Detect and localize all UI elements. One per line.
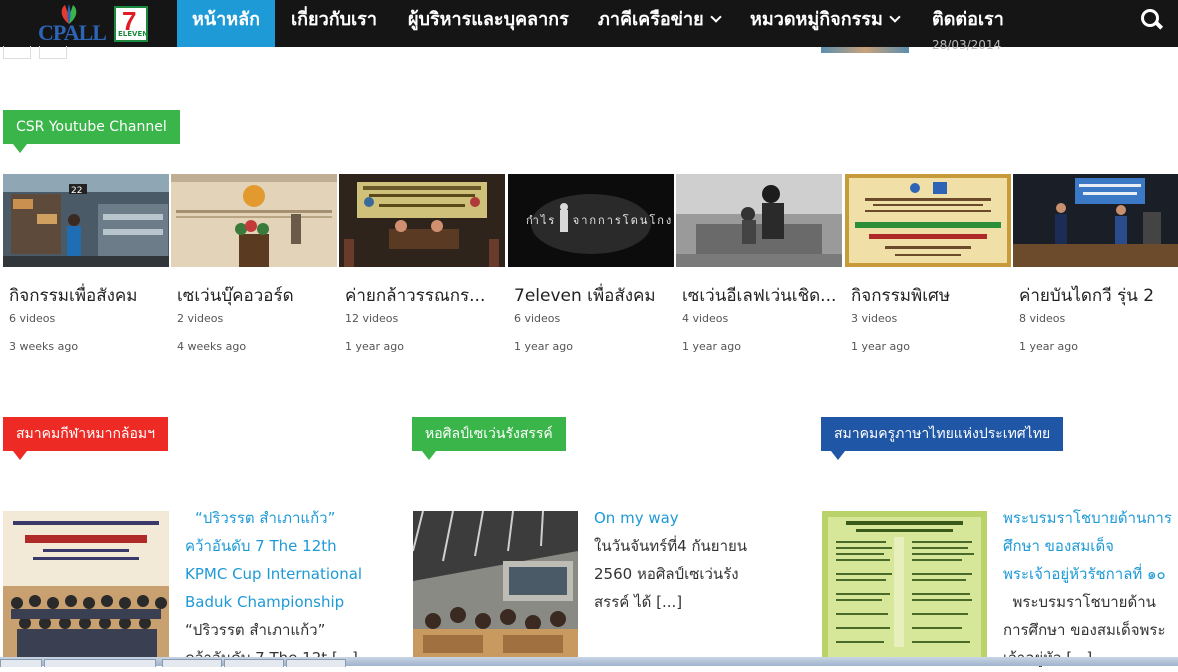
section-label-gallery[interactable]: หอศิลป์เซเว่นรังสรรค์ [412,417,566,460]
playlist-item[interactable]: กำไร จากการโดนโกง 7eleven เพื่อสังคม 6 v… [508,174,674,353]
playlist-time: 1 year ago [1019,340,1078,353]
excerpt-line: 2560 หอศิลป์เซเว่นรัง [594,565,739,583]
playlist-title[interactable]: เซเว่นบุ๊คอวอร์ด [177,282,337,309]
section-label-text: สมาคมครูภาษาไทยแห่งประเทศไทย [834,426,1051,442]
section-label-text: หอศิลป์เซเว่นรังสรรค์ [425,426,553,442]
article-title-line[interactable]: ศึกษา ของสมเด็จ [1003,532,1178,560]
nav-network-label: ภาคีเครือข่าย [598,9,704,30]
excerpt-line: “ปริวรรต สำเภาแก้ว” [185,621,326,639]
article-title-line[interactable]: “ปริวรรต สำเภาแก้ว” [185,504,405,532]
section-label-youtube: CSR Youtube Channel [3,110,180,153]
playlist-item[interactable]: 22 กิจกรรมเพื่อสังคม 6 videos 3 weeks ag… [3,174,169,353]
section-label-text: CSR Youtube Channel [16,119,167,135]
pager-prev-button[interactable] [3,46,31,59]
article-title[interactable]: On my way [594,504,794,532]
article-title-line[interactable]: On my way [594,504,794,532]
search-icon[interactable] [1140,8,1164,32]
playlist-count: 3 videos [851,312,898,325]
playlist-count: 6 videos [514,312,561,325]
article-title[interactable]: “ปริวรรต สำเภาแก้ว” คว้าอันดับ 7 The 12t… [185,504,405,616]
playlist-time: 1 year ago [345,340,404,353]
playlist-count: 4 videos [682,312,729,325]
excerpt-line: สรรค์ ได้ [...] [594,593,683,611]
section-label-text: สมาคมกีฬาหมากล้อมฯ [16,426,156,442]
nav-categories[interactable]: หมวดหมู่กิจกรรม [750,0,901,47]
nav-executives[interactable]: ผู้บริหารและบุคลากร [408,0,569,47]
nav-network[interactable]: ภาคีเครือข่าย [598,0,722,47]
playlist-thumbnail[interactable]: 22 [3,174,169,267]
playlist-item[interactable]: เซเว่นอีเลฟเว่นเชิด... 4 videos 1 year a… [676,174,842,353]
article-title-line[interactable]: พระเจ้าอยู่หัวรัชกาลที่ ๑๐ [1003,560,1178,588]
playlist-thumbnail[interactable] [676,174,842,267]
post-thumbnail[interactable] [821,47,909,53]
playlist-item[interactable]: กิจกรรมพิเศษ 3 videos 1 year ago [845,174,1011,353]
top-navbar: CPALL 7 ELEVEN หน้าหลัก เกี่ยวกับเรา ผู้… [0,0,1178,47]
chevron-down-icon [889,11,901,23]
article-thumbnail[interactable] [413,511,578,661]
nav-home[interactable]: หน้าหลัก [177,0,275,47]
pager-next-button[interactable] [39,46,67,59]
playlist-count: 2 videos [177,312,224,325]
playlist-time: 1 year ago [514,340,573,353]
article-title-line[interactable]: คว้าอันดับ 7 The 12th [185,532,405,560]
chevron-down-icon [709,11,722,23]
playlist-count: 12 videos [345,312,399,325]
article-title-line[interactable]: พระบรมราโชบายด้านการ [1003,504,1178,532]
section-label-baduk[interactable]: สมาคมกีฬาหมากล้อมฯ [3,417,169,460]
seven-eleven-badge: 7 ELEVEN [114,6,148,42]
article-title-line[interactable]: KPMC Cup International [185,560,405,588]
svg-text:22: 22 [71,186,82,196]
thumbnail-caption: กำไร จากการโดนโกง [526,214,674,227]
nav-about-label: เกี่ยวกับเรา [291,9,377,30]
playlist-thumbnail[interactable]: กำไร จากการโดนโกง [508,174,674,267]
playlist-title[interactable]: กิจกรรมเพื่อสังคม [9,282,169,309]
article-thumbnail[interactable] [3,511,169,661]
post-date: 28/03/2014 [932,38,1002,52]
nav-about[interactable]: เกี่ยวกับเรา [291,0,377,47]
excerpt-line: ในวันจันทร์ที่4 กันยายน [594,537,748,555]
playlist-time: 4 weeks ago [177,340,247,353]
playlist-title[interactable]: ค่ายบันไดกวี รุ่น 2 [1019,282,1178,309]
logo-eleven: ELEVEN [118,30,149,38]
playlist-item[interactable]: ค่ายกล้าวรรณกร... 12 videos 1 year ago [339,174,505,353]
article-excerpt: ในวันจันทร์ที่4 กันยายน 2560 หอศิลป์เซเว… [594,532,804,616]
playlist-count: 6 videos [9,312,56,325]
logo-text: CPALL [38,20,107,45]
playlist-thumbnail[interactable] [171,174,337,267]
playlist-title[interactable]: เซเว่นอีเลฟเว่นเชิด... [682,282,842,309]
playlist-title[interactable]: ค่ายกล้าวรรณกร... [345,282,505,309]
article-title-line[interactable]: Baduk Championship [185,588,405,616]
playlist-time: 3 weeks ago [9,340,79,353]
playlist-title[interactable]: กิจกรรมพิเศษ [851,282,1011,309]
article-thumbnail[interactable] [822,511,987,661]
section-label-thai-teachers[interactable]: สมาคมครูภาษาไทยแห่งประเทศไทย [821,417,1064,460]
playlist-thumbnail[interactable] [339,174,505,267]
nav-executives-label: ผู้บริหารและบุคลากร [408,9,569,30]
cpall-logo[interactable]: CPALL 7 ELEVEN [36,2,150,45]
excerpt-line: พระบรมราโชบายด้าน [1003,593,1156,611]
excerpt-line: การศึกษา ของสมเด็จพระ [1003,621,1166,639]
playlist-item[interactable]: ค่ายบันไดกวี รุ่น 2 8 videos 1 year ago [1013,174,1178,353]
playlist-title[interactable]: 7eleven เพื่อสังคม [514,282,674,309]
playlist-thumbnail[interactable] [845,174,1011,267]
playlist-time: 1 year ago [682,340,741,353]
article-title[interactable]: พระบรมราโชบายด้านการ ศึกษา ของสมเด็จ พระ… [1003,504,1178,588]
playlist-item[interactable]: เซเว่นบุ๊คอวอร์ด 2 videos 4 weeks ago [171,174,337,353]
nav-contact-label: ติดต่อเรา [932,9,1004,30]
nav-categories-label: หมวดหมู่กิจกรรม [750,9,883,30]
nav-home-label: หน้าหลัก [191,9,261,30]
playlist-count: 8 videos [1019,312,1066,325]
playlist-thumbnail[interactable] [1013,174,1178,267]
playlist-time: 1 year ago [851,340,910,353]
